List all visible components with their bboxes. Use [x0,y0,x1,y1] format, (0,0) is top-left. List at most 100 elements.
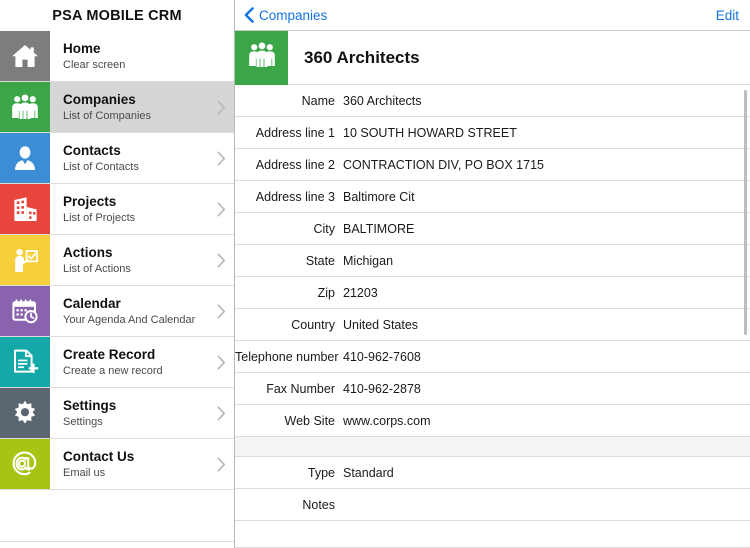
buildings-icon [0,184,50,234]
field-value: 360 Architects [343,93,422,108]
field-row[interactable]: Web Site www.corps.com [235,405,750,437]
sidebar-item-subtitle: List of Contacts [63,160,139,173]
sidebar-item-label: Contacts [63,142,121,158]
field-value: 21203 [343,285,378,300]
field-label: City [313,221,335,236]
chevron-right-icon [208,405,234,421]
field-section-separator [235,437,750,457]
sidebar-item-text: Contact Us Email us [50,449,208,480]
field-label: State [305,253,335,268]
new-document-icon [0,337,50,387]
sidebar-item-subtitle: Clear screen [63,58,126,71]
field-label: Telephone number [235,349,339,364]
field-row[interactable]: Address line 3 Baltimore Cit [235,181,750,213]
detail-scrollbar[interactable] [744,90,747,335]
sidebar-item-create-record[interactable]: Create Record Create a new record [0,337,234,388]
field-row[interactable]: Fax Number 410-962-2878 [235,373,750,405]
field-label: Web Site [284,413,336,428]
calendar-clock-icon [0,286,50,336]
field-row[interactable]: Type Standard [235,457,750,489]
sidebar-item-companies[interactable]: Companies List of Companies [0,82,234,133]
record-title: 360 Architects [304,47,420,67]
sidebar-item-label: Home [63,40,101,56]
sidebar-item-text: Projects List of Projects [50,194,208,225]
chevron-left-icon [244,7,254,23]
field-label: Notes [302,497,335,512]
sidebar-item-settings[interactable]: Settings Settings [0,388,234,439]
sidebar-item-text: Home Clear screen [50,41,208,72]
field-row[interactable]: Name 360 Architects [235,85,750,117]
sidebar-item-text: Calendar Your Agenda And Calendar [50,296,208,327]
field-value: CONTRACTION DIV, PO BOX 1715 [343,157,544,172]
record-header: 360 Architects [235,30,750,85]
sidebar-item-text: Settings Settings [50,398,208,429]
sidebar-item-subtitle: List of Projects [63,211,136,224]
edit-button[interactable]: Edit [716,8,739,23]
sidebar-item-subtitle: List of Companies [63,109,152,122]
sidebar-item-contact-us[interactable]: Contact Us Email us [0,439,234,490]
field-value: Baltimore Cit [343,189,415,204]
chevron-right-icon [208,303,234,319]
field-row[interactable]: Address line 2 CONTRACTION DIV, PO BOX 17… [235,149,750,181]
sidebar-item-subtitle: Your Agenda And Calendar [63,313,196,326]
field-row[interactable]: Country United States [235,309,750,341]
detail-navbar: Companies Edit [235,0,750,31]
detail-panel: Companies Edit 360 Architects Name 360 A… [235,0,750,548]
sidebar-item-label: Settings [63,397,117,413]
sidebar-item-calendar[interactable]: Calendar Your Agenda And Calendar [0,286,234,337]
gear-icon [0,388,50,438]
sidebar-item-projects[interactable]: Projects List of Projects [0,184,234,235]
field-row[interactable]: City BALTIMORE [235,213,750,245]
sidebar-item-text: Actions List of Actions [50,245,208,276]
field-value: 410-962-2878 [343,381,421,396]
sidebar-item-text: Companies List of Companies [50,92,208,123]
at-sign-icon [0,439,50,489]
chevron-right-icon [208,150,234,166]
field-row[interactable]: Notes [235,489,750,521]
sidebar-item-actions[interactable]: Actions List of Actions [0,235,234,286]
field-value: BALTIMORE [343,221,415,236]
field-value: Standard [343,465,394,480]
field-row[interactable]: Zip 21203 [235,277,750,309]
sidebar-item-contacts[interactable]: Contacts List of Contacts [0,133,234,184]
sidebar-item-label: Actions [63,244,113,260]
sidebar-item-label: Contact Us [63,448,135,464]
house-icon [0,31,50,81]
presenter-icon [0,235,50,285]
sidebar-empty-row [0,490,234,542]
sidebar-menu-list: Home Clear screen Companies List of Compani… [0,31,234,542]
people-group-icon [247,42,277,73]
back-to-companies-button[interactable]: Companies [244,7,327,23]
field-label: Address line 1 [255,125,335,140]
chevron-right-icon [208,99,234,115]
field-label: Name [301,93,335,108]
sidebar: PSA MOBILE CRM Home Clear screen Companies… [0,0,235,548]
field-value: United States [343,317,419,332]
field-value: Michigan [343,253,394,268]
field-row[interactable]: Telephone number 410-962-7608 [235,341,750,373]
app-title: PSA MOBILE CRM [0,0,234,31]
sidebar-item-label: Calendar [63,295,121,311]
chevron-right-icon [208,201,234,217]
sidebar-item-subtitle: Settings [63,415,103,428]
chevron-right-icon [208,354,234,370]
sidebar-item-text: Create Record Create a new record [50,347,208,378]
record-icon-tile [235,30,288,85]
sidebar-item-label: Projects [63,193,117,209]
field-label: Country [291,317,335,332]
app-root: PSA MOBILE CRM Home Clear screen Companies… [0,0,750,548]
field-value: 10 SOUTH HOWARD STREET [343,125,517,140]
sidebar-item-subtitle: List of Actions [63,262,131,275]
people-group-icon [0,82,50,132]
field-row[interactable]: Address line 1 10 SOUTH HOWARD STREET [235,117,750,149]
sidebar-item-home[interactable]: Home Clear screen [0,31,234,82]
field-label: Address line 2 [255,157,335,172]
sidebar-item-subtitle: Email us [63,466,106,479]
sidebar-item-text: Contacts List of Contacts [50,143,208,174]
sidebar-item-subtitle: Create a new record [63,364,163,377]
field-row[interactable]: State Michigan [235,245,750,277]
field-label: Fax Number [266,381,335,396]
chevron-right-icon [208,252,234,268]
field-label: Type [307,465,335,480]
sidebar-item-label: Companies [63,91,136,107]
